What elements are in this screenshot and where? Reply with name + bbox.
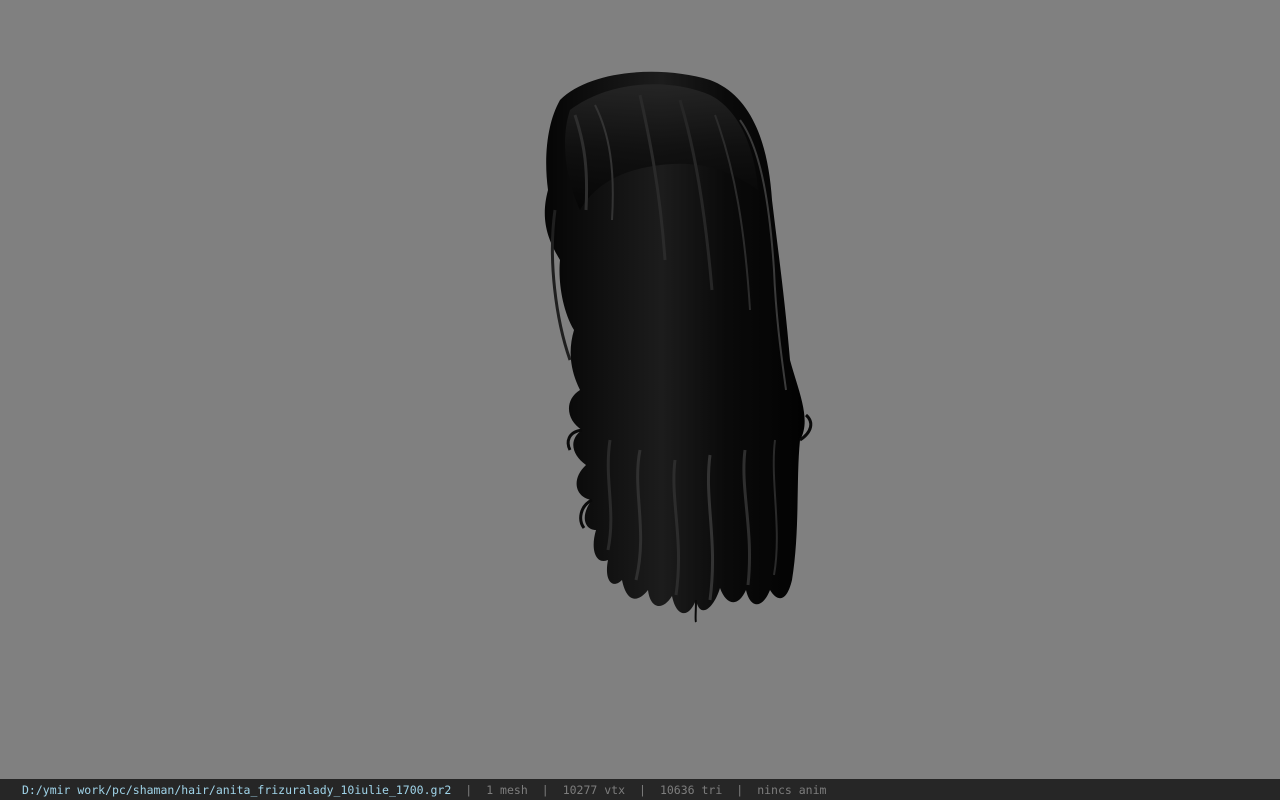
3d-viewport[interactable] xyxy=(0,0,1280,779)
separator: | xyxy=(639,782,646,797)
separator: | xyxy=(465,782,473,797)
vertex-count-label: 10277 vtx xyxy=(562,782,625,797)
file-path-label: D:/ymir work/pc/shaman/hair/anita_frizur… xyxy=(22,782,452,797)
separator: | xyxy=(736,782,744,797)
separator: | xyxy=(541,782,549,797)
mesh-count-label: 1 mesh xyxy=(486,782,528,797)
hair-mesh-icon xyxy=(544,71,813,623)
triangle-count-label: 10636 tri xyxy=(659,782,723,797)
status-bar: D:/ymir work/pc/shaman/hair/anita_frizur… xyxy=(0,779,1280,800)
animation-status-label: nincs anim xyxy=(757,782,827,797)
